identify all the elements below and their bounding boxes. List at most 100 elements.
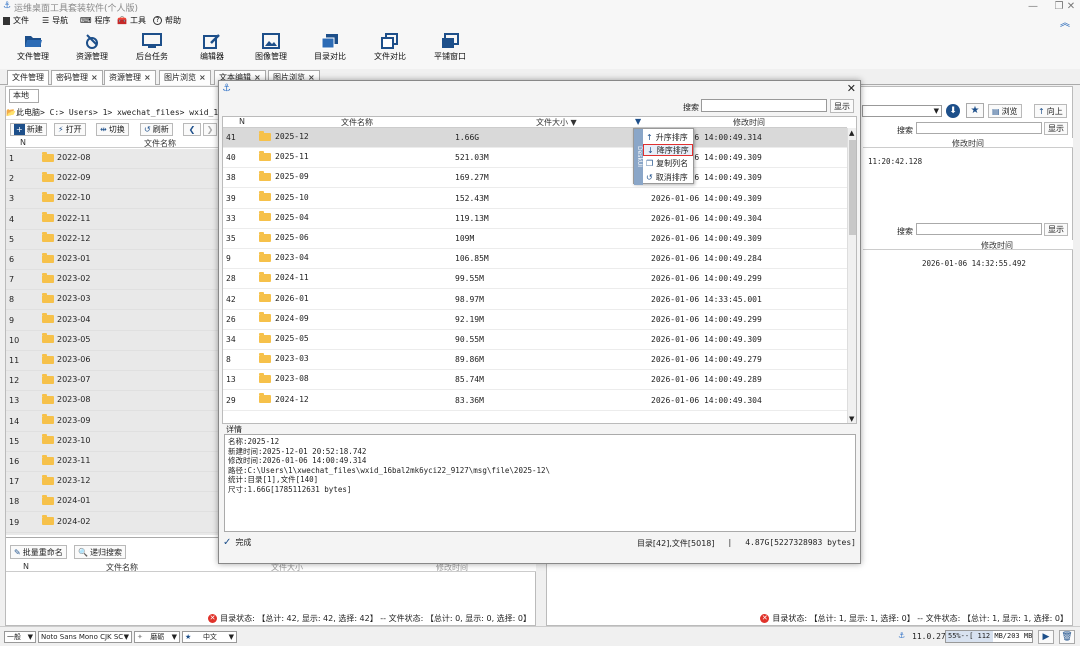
dialog-search-input[interactable] — [701, 99, 827, 112]
folder-icon — [42, 454, 54, 465]
trash-icon[interactable]: 🗑 — [1059, 630, 1075, 644]
mode-select[interactable]: 一般 ▼ — [4, 631, 36, 643]
scroll-up-icon[interactable]: ▲ — [849, 129, 854, 137]
download-icon[interactable]: ⬇ — [946, 104, 960, 118]
table-row[interactable]: 9 2023-04 106.85M 2026-01-06 14:00:49.284 — [223, 249, 847, 270]
table-row[interactable]: 1 2022-08 — [6, 149, 218, 169]
table-row[interactable]: 38 2025-09 169.27M 2026-01-06 14:00:49.309 — [223, 168, 847, 189]
menu-program[interactable]: ⌨ 程序 — [80, 15, 111, 26]
tab-password-manager[interactable]: 密码管理 × — [51, 70, 103, 85]
table-row[interactable]: 16 2023-11 — [6, 452, 218, 472]
table-row[interactable]: 34 2025-05 90.55M 2026-01-06 14:00:49.309 — [223, 330, 847, 350]
tab-image-browse[interactable]: 图片浏览 × — [159, 70, 211, 85]
right-search-input-2[interactable] — [916, 223, 1042, 235]
browse-button[interactable]: ▤ 浏览 — [988, 104, 1022, 118]
forward-button[interactable]: ❯ — [203, 123, 217, 136]
table-row[interactable]: 33 2025-04 119.13M 2026-01-06 14:00:49.304 — [223, 209, 847, 229]
keyboard-icon: ⌨ — [80, 16, 92, 25]
table-row[interactable]: 17 2023-12 — [6, 472, 218, 493]
table-row[interactable]: 9 2023-04 — [6, 311, 218, 331]
open-button[interactable]: ⚡ 打开 — [54, 123, 86, 136]
menu-item-sort-desc[interactable]: ↓ 降序排序 — [643, 144, 693, 156]
table-row[interactable]: 39 2025-10 152.43M 2026-01-06 14:00:49.309 — [223, 189, 847, 209]
table-row[interactable]: 5 2022-12 — [6, 230, 218, 250]
table-row[interactable]: 12 2023-07 — [6, 371, 218, 392]
menu-help[interactable]: ? 帮助 — [153, 15, 181, 26]
table-row[interactable]: 29 2024-12 83.36M 2026-01-06 14:00:49.304 — [223, 391, 847, 411]
table-row[interactable]: 11 2023-06 — [6, 351, 218, 371]
subtab-local[interactable]: 本地 — [9, 89, 39, 103]
toolbar-image-manager[interactable]: 图像管理 — [241, 29, 301, 69]
right-show-button[interactable]: 显示 — [1044, 122, 1068, 135]
pencil-icon: ✎ — [14, 547, 21, 557]
star-icon[interactable]: ★ — [966, 103, 984, 118]
table-row[interactable]: 40 2025-11 521.03M 2026-01-06 14:00:49.309 — [223, 148, 847, 169]
table-row[interactable]: 6 2023-01 — [6, 250, 218, 270]
table-row[interactable]: 13 2023-08 — [6, 391, 218, 412]
table-row[interactable]: 19 2024-02 — [6, 513, 218, 533]
menu-item-sort-asc[interactable]: ↑ 升序排序 — [643, 131, 693, 143]
toolbar-file-manager[interactable]: 文件管理 — [3, 29, 63, 69]
table-row[interactable]: 13 2023-08 85.74M 2026-01-06 14:00:49.289 — [223, 370, 847, 391]
toolbar-dir-compare[interactable]: 目录对比 — [300, 29, 360, 69]
dialog-close-icon[interactable]: ✕ — [847, 82, 856, 95]
table-row[interactable]: 3 2022-10 — [6, 189, 218, 210]
tab-close-icon[interactable]: × — [144, 71, 151, 85]
table-row[interactable]: 8 2023-03 89.86M 2026-01-06 14:00:49.279 — [223, 350, 847, 371]
refresh-button[interactable]: ↺ 刷新 — [140, 123, 173, 136]
table-row[interactable]: 28 2024-11 99.55M 2026-01-06 14:00:49.299 — [223, 269, 847, 290]
scroll-thumb[interactable] — [849, 140, 856, 235]
close-icon[interactable]: ✕ — [1062, 0, 1080, 14]
menu-item-copy-column[interactable]: ❐ 复制列名 — [643, 157, 693, 169]
tab-close-icon[interactable]: × — [199, 71, 206, 85]
dialog-show-button[interactable]: 显示 — [830, 99, 854, 113]
right-show-button-2[interactable]: 显示 — [1044, 223, 1068, 236]
table-row[interactable]: 14 2023-09 — [6, 412, 218, 432]
toolbar-editor[interactable]: 编辑器 — [182, 29, 242, 69]
scroll-down-icon[interactable]: ▼ — [849, 415, 854, 423]
table-row[interactable]: 18 2024-01 — [6, 492, 218, 513]
language-select[interactable]: ★ 中文 ▼ — [182, 631, 237, 643]
table-row[interactable]: 8 2023-03 — [6, 290, 218, 311]
new-button[interactable]: + 新建 — [10, 123, 47, 136]
collapse-chevron-icon[interactable]: ︽ — [1060, 14, 1070, 29]
right-search-input[interactable] — [916, 122, 1042, 134]
up-button[interactable]: ↑ 向上 — [1034, 104, 1067, 118]
switch-button[interactable]: ⇹ 切换 — [96, 123, 129, 136]
toolbar-background-tasks[interactable]: 后台任务 — [122, 29, 182, 69]
size-column-header[interactable]: 文件大小 ▼ — [536, 117, 577, 128]
font-select[interactable]: Noto Sans Mono CJK SC ▼ — [38, 631, 132, 643]
table-row[interactable]: 15 2023-10 — [6, 432, 218, 452]
path-dropdown[interactable]: ▼ — [862, 105, 942, 117]
tab-close-icon[interactable]: × — [91, 71, 98, 85]
table-row[interactable]: 10 2023-05 — [6, 331, 218, 351]
theme-select[interactable]: ✦ 磨砺 ▼ — [134, 631, 180, 643]
play-icon[interactable]: ▶ — [1038, 630, 1054, 644]
table-row[interactable]: 42 2026-01 98.97M 2026-01-06 14:33:45.001 — [223, 290, 847, 310]
minimize-icon[interactable]: — — [1020, 0, 1046, 14]
menu-file[interactable]: 文件 — [3, 15, 29, 26]
list-icon: ▤ — [992, 106, 1000, 116]
column-menu-dropdown-icon[interactable]: ▼ — [635, 117, 641, 126]
table-row[interactable]: 35 2025-06 109M 2026-01-06 14:00:49.309 — [223, 229, 847, 249]
batch-rename-button[interactable]: ✎ 批量重命名 — [10, 545, 67, 559]
toolbar-resource-manager[interactable]: 资源管理 — [62, 29, 122, 69]
toolbar-file-compare[interactable]: 文件对比 — [360, 29, 420, 69]
table-row[interactable]: 2 2022-09 — [6, 169, 218, 190]
table-row[interactable]: 7 2023-02 — [6, 270, 218, 291]
menu-item-cancel-sort[interactable]: ↺ 取消排序 — [643, 171, 693, 183]
detail-textarea[interactable]: 名称:2025-12 新建时间:2025-12-01 20:52:18.742 … — [224, 434, 856, 532]
table-row[interactable]: 41 2025-12 1.66G 2026-01-06 14:00:49.314 — [223, 128, 847, 148]
breadcrumb[interactable]: 📂此电脑> C:> Users> 1> xwechat_files> wxid_… — [6, 106, 218, 120]
table-row[interactable]: 4 2022-11 — [6, 210, 218, 230]
recursive-search-button[interactable]: 🔍 递归搜索 — [74, 545, 126, 559]
menu-tools[interactable]: 🧰 工具 — [117, 15, 146, 26]
back-button[interactable]: ❮ — [183, 123, 201, 136]
tab-resource-manager[interactable]: 资源管理 × — [104, 70, 156, 85]
tab-file-manager[interactable]: 文件管理 — [7, 70, 49, 85]
table-row[interactable]: 26 2024-09 92.19M 2026-01-06 14:00:49.299 — [223, 310, 847, 330]
toolbar-tile-window[interactable]: 平铺窗口 — [420, 29, 480, 69]
folder-icon — [42, 252, 54, 263]
menu-nav[interactable]: ☰ 导航 — [42, 15, 68, 26]
dialog-scrollbar[interactable]: ▲ ▼ — [847, 128, 856, 423]
